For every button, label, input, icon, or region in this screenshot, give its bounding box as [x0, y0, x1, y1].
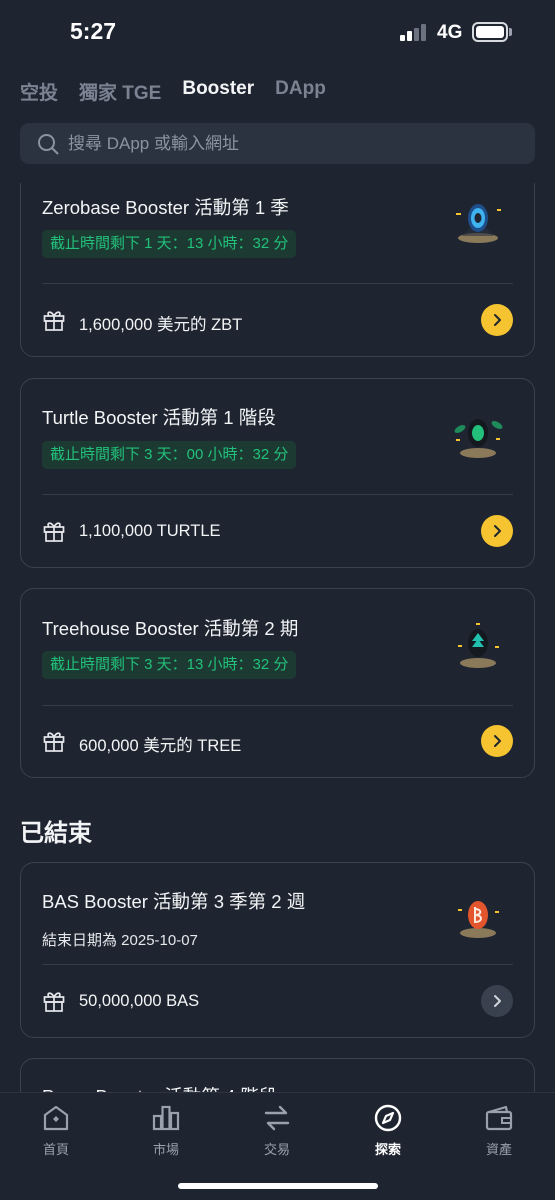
deadline-badge: 截止時間剩下 3 天：13 小時：32 分 [42, 651, 297, 679]
reward-amount: 50,000,000 BAS [79, 992, 200, 1010]
open-campaign-button[interactable] [481, 725, 513, 757]
turtle-coin-icon [454, 419, 503, 458]
deadline-badge: 截止時間剩下 3 天：00 小時：32 分 [42, 441, 297, 469]
card-divider [42, 705, 513, 706]
nav-label: 首頁 [42, 1142, 69, 1157]
battery-icon [472, 22, 508, 42]
tab-airdrop[interactable]: 空投 [20, 78, 58, 106]
gift-icon [43, 732, 65, 752]
chevron-right-icon [494, 735, 501, 747]
nav-assets[interactable]: 資產 [459, 1103, 539, 1158]
bas-coin-icon [458, 901, 499, 938]
status-bar: 5:27 4G [0, 0, 555, 66]
open-campaign-button[interactable] [481, 304, 513, 336]
battery-tip [509, 28, 512, 36]
booster-list[interactable]: Zerobase Booster 活動第 1 季 截止時間剩下 1 天：13 小… [0, 183, 555, 1092]
swap-arrows-icon [264, 1105, 290, 1131]
campaign-card-treehouse[interactable]: Treehouse Booster 活動第 2 期 截止時間剩下 3 天：13 … [20, 588, 535, 778]
compass-icon [374, 1104, 402, 1132]
search-input[interactable] [68, 123, 508, 164]
campaign-title: BAS Booster 活動第 3 季第 2 週 [42, 891, 306, 912]
bar-chart-icon [152, 1105, 180, 1131]
campaign-card-pump[interactable]: Pump Booster 活動第 4 階段 [20, 1058, 535, 1092]
card-divider [42, 494, 513, 495]
ended-section-title: 已結束 [20, 820, 92, 847]
campaign-title: Treehouse Booster 活動第 2 期 [42, 618, 299, 639]
reward-amount: 1,100,000 TURTLE [79, 522, 221, 540]
nav-label: 資產 [485, 1142, 512, 1157]
open-campaign-button[interactable] [481, 515, 513, 547]
card-divider [42, 283, 513, 284]
tab-booster[interactable]: Booster [182, 78, 254, 106]
nav-trade[interactable]: 交易 [237, 1103, 317, 1158]
gift-icon [43, 522, 65, 542]
category-tabs: 空投 獨家 TGE Booster DApp [20, 78, 347, 106]
chevron-right-icon [494, 314, 501, 326]
deadline-badge: 截止時間剩下 1 天：13 小時：32 分 [42, 230, 297, 258]
reward-amount: 1,600,000 美元的 ZBT [79, 316, 243, 334]
end-date: 結束日期為 2025-10-07 [42, 932, 198, 949]
campaign-card-turtle[interactable]: Turtle Booster 活動第 1 階段 截止時間剩下 3 天：00 小時… [20, 378, 535, 568]
gift-icon [43, 992, 65, 1012]
search-icon [38, 134, 59, 155]
nav-label: 交易 [263, 1142, 290, 1157]
signal-strength-icon [400, 24, 428, 41]
nav-home[interactable]: 首頁 [16, 1103, 96, 1158]
nav-explore[interactable]: 探索 [348, 1103, 428, 1158]
open-campaign-button[interactable] [481, 985, 513, 1017]
campaign-title: Pump Booster 活動第 4 階段 [42, 1083, 277, 1092]
status-time: 5:27 [70, 18, 117, 44]
campaign-card-bas[interactable]: BAS Booster 活動第 3 季第 2 週 結束日期為 2025-10-0… [20, 862, 535, 1038]
tab-dapp[interactable]: DApp [275, 78, 326, 106]
zerobase-coin-icon [456, 204, 501, 243]
gift-icon [43, 311, 65, 331]
home-icon [43, 1105, 69, 1131]
card-divider [42, 964, 513, 965]
home-indicator [178, 1183, 378, 1189]
reward-amount: 600,000 美元的 TREE [79, 737, 242, 755]
chevron-right-icon [494, 525, 501, 537]
wallet-icon [485, 1105, 513, 1131]
campaign-title: Turtle Booster 活動第 1 階段 [42, 407, 276, 428]
tab-exclusive-tge[interactable]: 獨家 TGE [79, 78, 161, 106]
nav-label: 探索 [374, 1142, 401, 1157]
campaign-card-zerobase[interactable]: Zerobase Booster 活動第 1 季 截止時間剩下 1 天：13 小… [20, 183, 535, 357]
nav-market[interactable]: 市場 [126, 1103, 206, 1158]
search-bar [20, 123, 535, 164]
campaign-title: Zerobase Booster 活動第 1 季 [42, 197, 289, 218]
treehouse-coin-icon [458, 623, 499, 668]
network-type: 4G [437, 22, 463, 43]
chevron-right-icon [494, 995, 501, 1007]
nav-label: 市場 [152, 1142, 179, 1157]
